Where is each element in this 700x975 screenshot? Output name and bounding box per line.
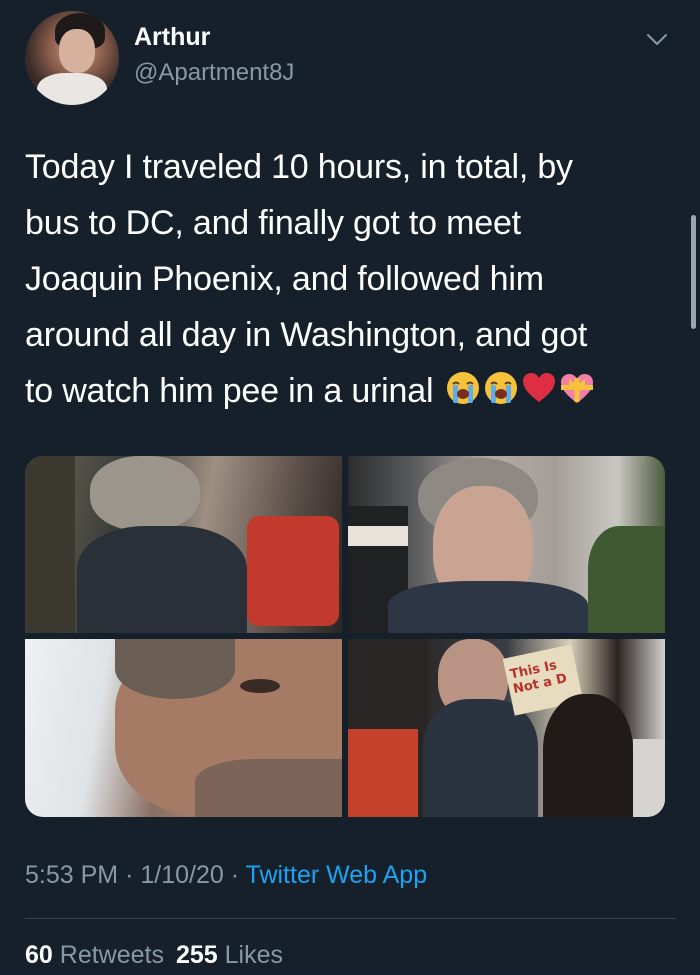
separator-dot: · — [125, 861, 134, 889]
photo-eye — [240, 679, 280, 693]
author-name[interactable]: Arthur — [134, 23, 210, 52]
photo-red-chair — [247, 516, 339, 626]
tweet-line: Today I traveled 10 hours, in total, by — [25, 148, 573, 186]
divider — [25, 918, 676, 919]
loudly-crying-face-icon — [484, 372, 517, 404]
emoji-group — [433, 372, 594, 410]
photo-person-left — [25, 456, 75, 633]
photo-face-selfie-closeup[interactable] — [25, 639, 342, 817]
photo-jacket — [423, 699, 538, 817]
photo-banner-stripe — [348, 526, 408, 546]
photo-person-right — [633, 739, 665, 817]
photo-person-dreadlocks — [543, 694, 633, 817]
likes-count: 255 — [175, 941, 218, 969]
photo-red-scarf — [348, 729, 418, 817]
tweet-date[interactable]: 1/10/20 — [140, 861, 223, 889]
separator-dot: · — [230, 861, 240, 889]
photo-man-closeup-gray-hair[interactable] — [348, 456, 665, 633]
photo-jacket — [77, 526, 247, 633]
red-heart-icon — [522, 373, 555, 402]
tweet-card: Arthur @Apartment8J Today I traveled 10 … — [0, 0, 700, 975]
avatar-shoulder — [37, 73, 107, 105]
tweet-text: Today I traveled 10 hours, in total, by … — [25, 139, 665, 419]
author-avatar[interactable] — [25, 11, 119, 105]
loudly-crying-face-icon — [446, 372, 479, 404]
engagement-stats: 60 Retweets 255 Likes — [25, 941, 283, 970]
photo-hair — [115, 639, 235, 699]
likes-label: Likes — [224, 941, 284, 969]
photo-jacket — [388, 581, 588, 633]
retweets-stat[interactable]: 60 Retweets — [25, 941, 164, 969]
tweet-source-link[interactable]: Twitter Web App — [246, 861, 428, 889]
chevron-down-icon[interactable] — [646, 33, 668, 47]
photo-man-seated-from-behind[interactable] — [25, 456, 342, 633]
tweet-line: Joaquin Phoenix, and followed him — [25, 260, 544, 298]
author-handle[interactable]: @Apartment8J — [134, 59, 294, 87]
photo-plant — [588, 526, 665, 633]
photo-hair — [90, 456, 200, 531]
tweet-line-last: to watch him pee in a urinal — [25, 363, 665, 419]
retweets-count: 60 — [25, 941, 53, 969]
photo-crowd-with-sign[interactable]: This Is Not a D — [348, 639, 665, 817]
likes-stat[interactable]: 255 Likes — [176, 941, 283, 969]
retweets-label: Retweets — [59, 941, 164, 969]
tweet-line: to watch him pee in a urinal — [25, 372, 434, 410]
media-grid: This Is Not a D — [25, 456, 665, 817]
timestamp-row: 5:53 PM · 1/10/20 · Twitter Web App — [25, 861, 427, 890]
sign-text: This Is Not a D — [508, 658, 569, 698]
photo-beard — [195, 759, 342, 817]
scrollbar[interactable] — [691, 215, 696, 329]
tweet-line: bus to DC, and finally got to meet — [25, 204, 521, 242]
tweet-line: around all day in Washington, and got — [25, 316, 588, 354]
avatar-face — [59, 29, 95, 73]
heart-with-ribbon-icon — [560, 374, 593, 403]
tweet-time[interactable]: 5:53 PM — [25, 861, 118, 889]
